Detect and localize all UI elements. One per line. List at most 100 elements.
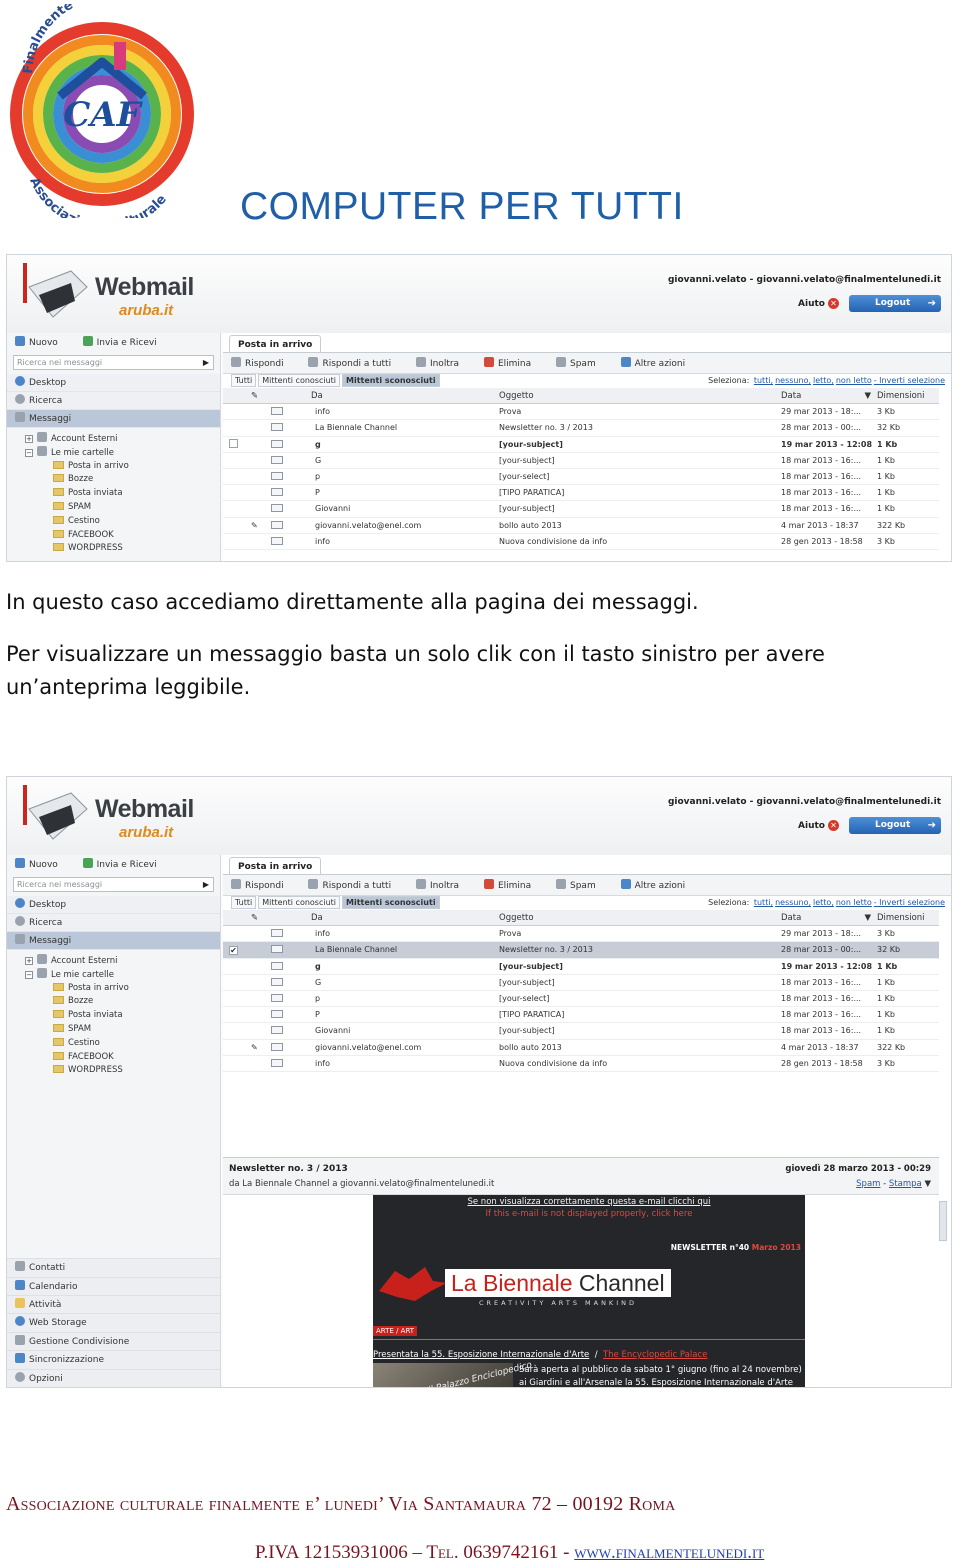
nav-desktop[interactable]: Desktop [7,374,220,392]
print-link[interactable]: Stampa [889,1179,922,1189]
module-gestione-condivisione[interactable]: Gestione Condivisione [7,1331,220,1351]
select-all-link[interactable]: tutti, [754,376,773,385]
expand-icon[interactable]: + [25,957,33,965]
folder-item[interactable]: FACEBOOK [7,529,220,543]
select-none-link[interactable]: nessuno, [775,898,811,907]
collapse-icon[interactable]: − [25,448,33,457]
column-date[interactable]: Data ▼ [781,910,875,926]
table-row[interactable]: ✎ giovanni.velato@enel.com bollo auto 2013… [223,1040,939,1056]
search-input[interactable]: Ricerca nei messaggi▶⚲ [13,877,229,892]
search-input[interactable]: Ricerca nei messaggi▶⚲ [13,355,229,370]
help-link[interactable]: Aiuto ✕ [798,820,839,831]
filter-tab-known[interactable]: Mittenti conosciuti [258,896,341,909]
filter-tab-all[interactable]: Tutti [231,896,257,909]
nav-messages[interactable]: Messaggi [7,932,220,950]
tree-le-mie-cartelle[interactable]: − Le mie cartelle [7,967,220,982]
newsletter-notice-en[interactable]: If this e-mail is not displayed properly… [373,1209,805,1219]
tab-posta-in-arrivo[interactable]: Posta in arrivo [229,335,322,353]
select-read-link[interactable]: letto, [813,898,834,907]
folder-item[interactable]: Cestino [7,1037,220,1051]
row-checkbox[interactable] [229,437,239,453]
delete-button[interactable]: Elimina [483,879,531,891]
folder-item[interactable]: WORDPRESS [7,1064,220,1078]
folder-item[interactable]: SPAM [7,501,220,515]
forward-button[interactable]: Inoltra [415,357,459,369]
paperclip-icon[interactable]: ✎ [251,388,261,404]
nav-search[interactable]: Ricerca [7,392,220,410]
new-message-button[interactable]: Nuovo [15,858,58,870]
spam-button[interactable]: Spam [556,879,596,891]
forward-button[interactable]: Inoltra [415,879,459,891]
table-row[interactable]: P [TIPO PARATICA] 18 mar 2013 - 16:... 1 Kb [223,485,939,502]
nav-search[interactable]: Ricerca [7,914,220,932]
table-row[interactable]: G [your-subject] 18 mar 2013 - 16:... 1 Kb [223,453,939,469]
select-read-link[interactable]: letto, [813,376,834,385]
filter-tab-unknown[interactable]: Mittenti sconosciuti [342,374,440,387]
reply-all-button[interactable]: Rispondi a tutti [308,357,391,369]
column-subject[interactable]: Oggetto [499,910,775,926]
folder-item[interactable]: Bozze [7,995,220,1009]
column-from[interactable]: Da [311,910,491,926]
send-receive-button[interactable]: Invia e Ricevi [82,858,157,870]
send-receive-button[interactable]: Invia e Ricevi [82,336,157,348]
tab-posta-in-arrivo[interactable]: Posta in arrivo [229,857,322,875]
module-web-storage[interactable]: Web Storage [7,1313,220,1332]
module-sincronizzazione[interactable]: Sincronizzazione [7,1350,220,1369]
table-row[interactable]: La Biennale Channel Newsletter no. 3 / 20… [223,420,939,437]
table-row[interactable]: p [your-select] 18 mar 2013 - 16:... 1 Kb [223,991,939,1008]
table-row[interactable]: info Prova 29 mar 2013 - 18:... 3 Kb [223,926,939,943]
column-date[interactable]: Data ▼ [781,388,875,404]
expand-icon[interactable]: + [25,435,33,443]
column-from[interactable]: Da [311,388,491,404]
triangle-right-icon[interactable]: ▶ [203,356,209,369]
folder-item[interactable]: Posta inviata [7,487,220,501]
select-all-link[interactable]: tutti, [754,898,773,907]
module-opzioni[interactable]: Opzioni [7,1368,220,1387]
new-message-button[interactable]: Nuovo [15,336,58,348]
nav-messages[interactable]: Messaggi [7,410,220,428]
table-row[interactable]: g [your-subject] 19 mar 2013 - 12:08 1 Kb [223,959,939,975]
folder-item[interactable]: Bozze [7,473,220,487]
module-attivita[interactable]: Attività [7,1295,220,1314]
folder-item[interactable]: Cestino [7,515,220,529]
website-link[interactable]: www.finalmentelunedi.it [574,1542,764,1563]
table-row[interactable]: Giovanni [your-subject] 18 mar 2013 - 16:.… [223,501,939,518]
triangle-down-icon[interactable]: ▼ [924,1179,931,1189]
table-row[interactable]: info Nuova condivisione da info 28 gen 201… [223,1056,939,1072]
paperclip-icon[interactable]: ✎ [251,910,261,926]
select-unread-link[interactable]: non letto [836,898,872,907]
tree-account-esterni[interactable]: + Account Esterni [7,954,220,968]
more-actions-button[interactable]: Altre azioni [620,357,685,369]
logout-button[interactable]: Logout ➔ [849,295,941,312]
module-calendario[interactable]: Calendario [7,1276,220,1296]
table-row[interactable]: p [your-select] 18 mar 2013 - 16:... 1 Kb [223,469,939,486]
row-checkbox[interactable]: ✔ [229,942,239,958]
delete-button[interactable]: Elimina [483,357,531,369]
select-none-link[interactable]: nessuno, [775,376,811,385]
column-size[interactable]: Dimensioni [877,910,937,926]
filter-tab-all[interactable]: Tutti [231,374,257,387]
nav-desktop[interactable]: Desktop [7,896,220,914]
table-row[interactable]: info Prova 29 mar 2013 - 18:... 3 Kb [223,404,939,421]
table-row[interactable]: Giovanni [your-subject] 18 mar 2013 - 16:.… [223,1023,939,1040]
reply-button[interactable]: Rispondi [231,879,284,891]
select-unread-link[interactable]: non letto [836,376,872,385]
collapse-icon[interactable]: − [25,970,33,979]
folder-item[interactable]: Posta in arrivo [7,982,220,996]
triangle-right-icon[interactable]: ▶ [203,878,209,891]
spam-button[interactable]: Spam [556,357,596,369]
folder-item[interactable]: FACEBOOK [7,1051,220,1065]
invert-selection-link[interactable]: - Inverti selezione [874,898,945,907]
tree-le-mie-cartelle[interactable]: − Le mie cartelle [7,445,220,460]
column-subject[interactable]: Oggetto [499,388,775,404]
folder-item[interactable]: WORDPRESS [7,542,220,556]
mark-spam-link[interactable]: Spam [856,1179,880,1189]
table-row[interactable]: info Nuova condivisione da info 28 gen 201… [223,534,939,550]
preview-scrollbar[interactable] [939,1201,947,1241]
table-row[interactable]: ✔ La Biennale Channel Newsletter no. 3 / 2… [223,942,939,959]
newsletter-notice-it[interactable]: Se non visualizza correttamente questa e… [373,1197,805,1207]
more-actions-button[interactable]: Altre azioni [620,879,685,891]
reply-button[interactable]: Rispondi [231,357,284,369]
table-row[interactable]: G [your-subject] 18 mar 2013 - 16:... 1 Kb [223,975,939,991]
folder-item[interactable]: SPAM [7,1023,220,1037]
